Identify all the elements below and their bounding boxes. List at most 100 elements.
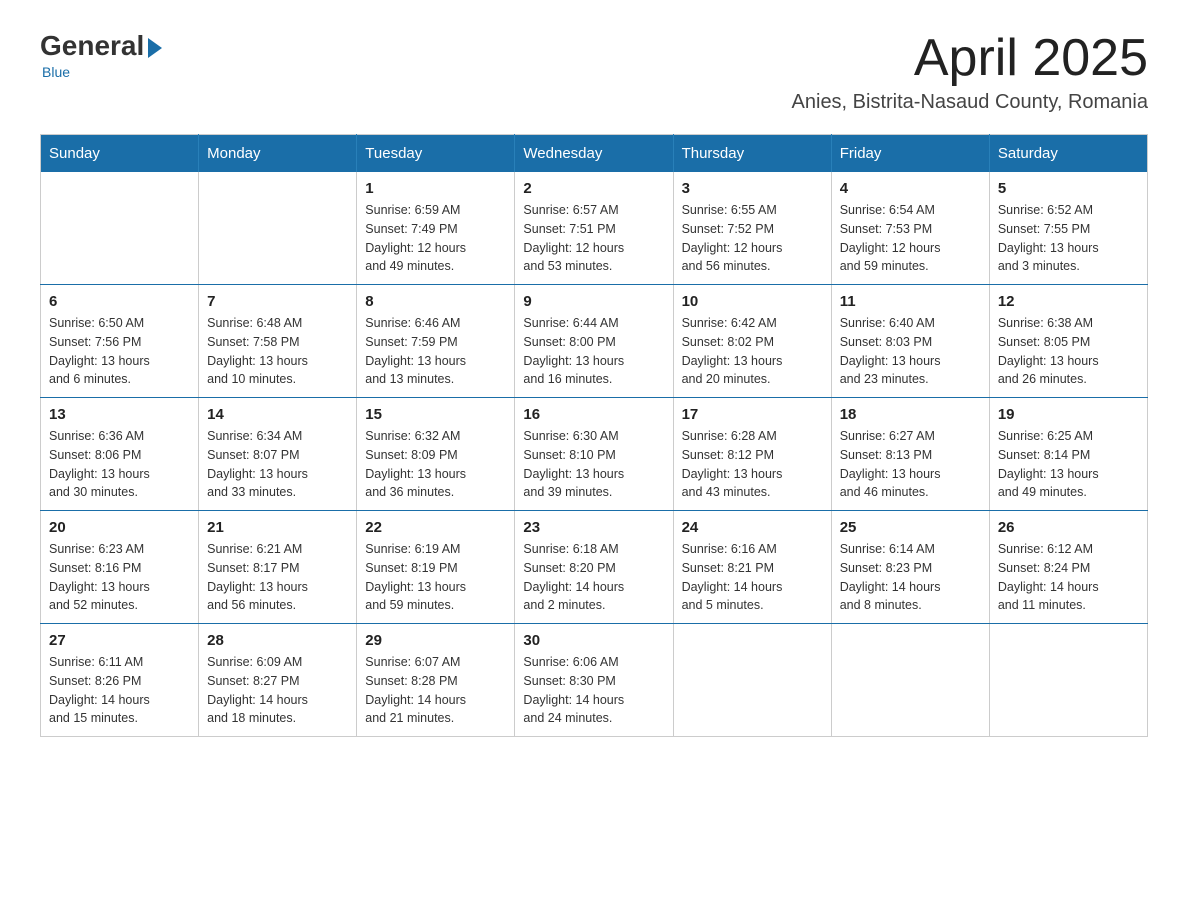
calendar-cell: 7Sunrise: 6:48 AM Sunset: 7:58 PM Daylig… <box>199 285 357 398</box>
calendar-cell <box>41 172 199 285</box>
weekday-header-monday: Monday <box>199 135 357 173</box>
day-info: Sunrise: 6:16 AM Sunset: 8:21 PM Dayligh… <box>682 540 823 615</box>
day-number: 3 <box>682 180 823 197</box>
day-number: 5 <box>998 180 1139 197</box>
calendar-cell: 13Sunrise: 6:36 AM Sunset: 8:06 PM Dayli… <box>41 398 199 511</box>
day-number: 20 <box>49 519 190 536</box>
day-info: Sunrise: 6:34 AM Sunset: 8:07 PM Dayligh… <box>207 427 348 502</box>
day-number: 28 <box>207 632 348 649</box>
day-info: Sunrise: 6:23 AM Sunset: 8:16 PM Dayligh… <box>49 540 190 615</box>
weekday-header-saturday: Saturday <box>989 135 1147 173</box>
day-number: 30 <box>523 632 664 649</box>
day-number: 26 <box>998 519 1139 536</box>
calendar-cell: 17 Sunrise: 6:28 AM Sunset: 8:12 PM Dayli… <box>673 398 831 511</box>
day-number: 27 <box>49 632 190 649</box>
calendar-cell: 2 Sunrise: 6:57 AM Sunset: 7:51 PM Daylig… <box>515 172 673 285</box>
title-area: April 2025 Anies, Bistrita-Nasaud County… <box>792 30 1148 114</box>
day-number: 2 <box>523 180 664 197</box>
calendar-cell: 6 Sunrise: 6:50 AM Sunset: 7:56 PM Daylig… <box>41 285 199 398</box>
day-info: Sunrise: 6:38 AM Sunset: 8:05 PM Dayligh… <box>998 314 1139 389</box>
day-number: 19 <box>998 406 1139 423</box>
calendar-cell: 26Sunrise: 6:12 AM Sunset: 8:24 PM Dayli… <box>989 511 1147 624</box>
day-info: Sunrise: 6:59 AM Sunset: 7:49 PM Dayligh… <box>365 201 506 276</box>
day-info: Sunrise: 6:27 AM Sunset: 8:13 PM Dayligh… <box>840 427 981 502</box>
weekday-header-tuesday: Tuesday <box>357 135 515 173</box>
day-number: 29 <box>365 632 506 649</box>
weekday-header-thursday: Thursday <box>673 135 831 173</box>
weekday-header-wednesday: Wednesday <box>515 135 673 173</box>
calendar-cell: 22Sunrise: 6:19 AM Sunset: 8:19 PM Dayli… <box>357 511 515 624</box>
day-info: Sunrise: 6:28 AM Sunset: 8:12 PM Dayligh… <box>682 427 823 502</box>
day-number: 24 <box>682 519 823 536</box>
location-title: Anies, Bistrita-Nasaud County, Romania <box>792 91 1148 114</box>
day-number: 16 <box>523 406 664 423</box>
day-number: 4 <box>840 180 981 197</box>
day-number: 10 <box>682 293 823 310</box>
calendar-cell: 15Sunrise: 6:32 AM Sunset: 8:09 PM Dayli… <box>357 398 515 511</box>
day-info: Sunrise: 6:30 AM Sunset: 8:10 PM Dayligh… <box>523 427 664 502</box>
calendar-cell: 16 Sunrise: 6:30 AM Sunset: 8:10 PM Dayli… <box>515 398 673 511</box>
logo: General Blue <box>40 30 166 80</box>
day-info: Sunrise: 6:50 AM Sunset: 7:56 PM Dayligh… <box>49 314 190 389</box>
calendar-cell: 29 Sunrise: 6:07 AM Sunset: 8:28 PM Dayli… <box>357 624 515 737</box>
day-info: Sunrise: 6:25 AM Sunset: 8:14 PM Dayligh… <box>998 427 1139 502</box>
calendar-week-row: 6 Sunrise: 6:50 AM Sunset: 7:56 PM Daylig… <box>41 285 1148 398</box>
calendar-cell <box>199 172 357 285</box>
day-number: 22 <box>365 519 506 536</box>
calendar-cell: 12 Sunrise: 6:38 AM Sunset: 8:05 PM Dayli… <box>989 285 1147 398</box>
day-info: Sunrise: 6:32 AM Sunset: 8:09 PM Dayligh… <box>365 427 506 502</box>
day-info: Sunrise: 6:46 AM Sunset: 7:59 PM Dayligh… <box>365 314 506 389</box>
day-info: Sunrise: 6:57 AM Sunset: 7:51 PM Dayligh… <box>523 201 664 276</box>
day-info: Sunrise: 6:55 AM Sunset: 7:52 PM Dayligh… <box>682 201 823 276</box>
day-number: 1 <box>365 180 506 197</box>
month-title: April 2025 <box>792 30 1148 87</box>
calendar-cell: 18 Sunrise: 6:27 AM Sunset: 8:13 PM Dayli… <box>831 398 989 511</box>
day-number: 18 <box>840 406 981 423</box>
day-number: 6 <box>49 293 190 310</box>
weekday-header-row: SundayMondayTuesdayWednesdayThursdayFrid… <box>41 135 1148 173</box>
calendar-week-row: 1 Sunrise: 6:59 AM Sunset: 7:49 PM Daylig… <box>41 172 1148 285</box>
day-number: 12 <box>998 293 1139 310</box>
day-info: Sunrise: 6:11 AM Sunset: 8:26 PM Dayligh… <box>49 653 190 728</box>
weekday-header-sunday: Sunday <box>41 135 199 173</box>
day-info: Sunrise: 6:36 AM Sunset: 8:06 PM Dayligh… <box>49 427 190 502</box>
day-info: Sunrise: 6:14 AM Sunset: 8:23 PM Dayligh… <box>840 540 981 615</box>
day-info: Sunrise: 6:42 AM Sunset: 8:02 PM Dayligh… <box>682 314 823 389</box>
calendar-cell: 27 Sunrise: 6:11 AM Sunset: 8:26 PM Dayli… <box>41 624 199 737</box>
calendar-cell: 20 Sunrise: 6:23 AM Sunset: 8:16 PM Dayli… <box>41 511 199 624</box>
calendar-cell: 25 Sunrise: 6:14 AM Sunset: 8:23 PM Dayli… <box>831 511 989 624</box>
day-info: Sunrise: 6:09 AM Sunset: 8:27 PM Dayligh… <box>207 653 348 728</box>
calendar-week-row: 27 Sunrise: 6:11 AM Sunset: 8:26 PM Dayli… <box>41 624 1148 737</box>
calendar-cell: 30Sunrise: 6:06 AM Sunset: 8:30 PM Dayli… <box>515 624 673 737</box>
logo-arrow-icon <box>148 38 162 58</box>
logo-general-text: General <box>40 30 144 62</box>
logo-subtitle: Blue <box>40 64 70 80</box>
calendar-cell: 28 Sunrise: 6:09 AM Sunset: 8:27 PM Dayli… <box>199 624 357 737</box>
day-number: 8 <box>365 293 506 310</box>
day-number: 11 <box>840 293 981 310</box>
day-number: 21 <box>207 519 348 536</box>
day-info: Sunrise: 6:18 AM Sunset: 8:20 PM Dayligh… <box>523 540 664 615</box>
day-number: 17 <box>682 406 823 423</box>
calendar-cell: 24 Sunrise: 6:16 AM Sunset: 8:21 PM Dayli… <box>673 511 831 624</box>
calendar-cell: 8 Sunrise: 6:46 AM Sunset: 7:59 PM Daylig… <box>357 285 515 398</box>
calendar-cell: 1 Sunrise: 6:59 AM Sunset: 7:49 PM Daylig… <box>357 172 515 285</box>
calendar-table: SundayMondayTuesdayWednesdayThursdayFrid… <box>40 134 1148 737</box>
calendar-cell: 5 Sunrise: 6:52 AM Sunset: 7:55 PM Daylig… <box>989 172 1147 285</box>
calendar-cell <box>831 624 989 737</box>
day-info: Sunrise: 6:44 AM Sunset: 8:00 PM Dayligh… <box>523 314 664 389</box>
day-number: 14 <box>207 406 348 423</box>
calendar-cell <box>989 624 1147 737</box>
day-info: Sunrise: 6:48 AM Sunset: 7:58 PM Dayligh… <box>207 314 348 389</box>
day-info: Sunrise: 6:07 AM Sunset: 8:28 PM Dayligh… <box>365 653 506 728</box>
day-number: 25 <box>840 519 981 536</box>
calendar-week-row: 13Sunrise: 6:36 AM Sunset: 8:06 PM Dayli… <box>41 398 1148 511</box>
day-number: 23 <box>523 519 664 536</box>
calendar-cell: 10 Sunrise: 6:42 AM Sunset: 8:02 PM Dayli… <box>673 285 831 398</box>
calendar-week-row: 20 Sunrise: 6:23 AM Sunset: 8:16 PM Dayli… <box>41 511 1148 624</box>
page-header: General Blue April 2025 Anies, Bistrita-… <box>40 30 1148 114</box>
calendar-body: 1 Sunrise: 6:59 AM Sunset: 7:49 PM Daylig… <box>41 172 1148 737</box>
calendar-cell: 11Sunrise: 6:40 AM Sunset: 8:03 PM Dayli… <box>831 285 989 398</box>
day-info: Sunrise: 6:52 AM Sunset: 7:55 PM Dayligh… <box>998 201 1139 276</box>
calendar-cell: 14 Sunrise: 6:34 AM Sunset: 8:07 PM Dayli… <box>199 398 357 511</box>
